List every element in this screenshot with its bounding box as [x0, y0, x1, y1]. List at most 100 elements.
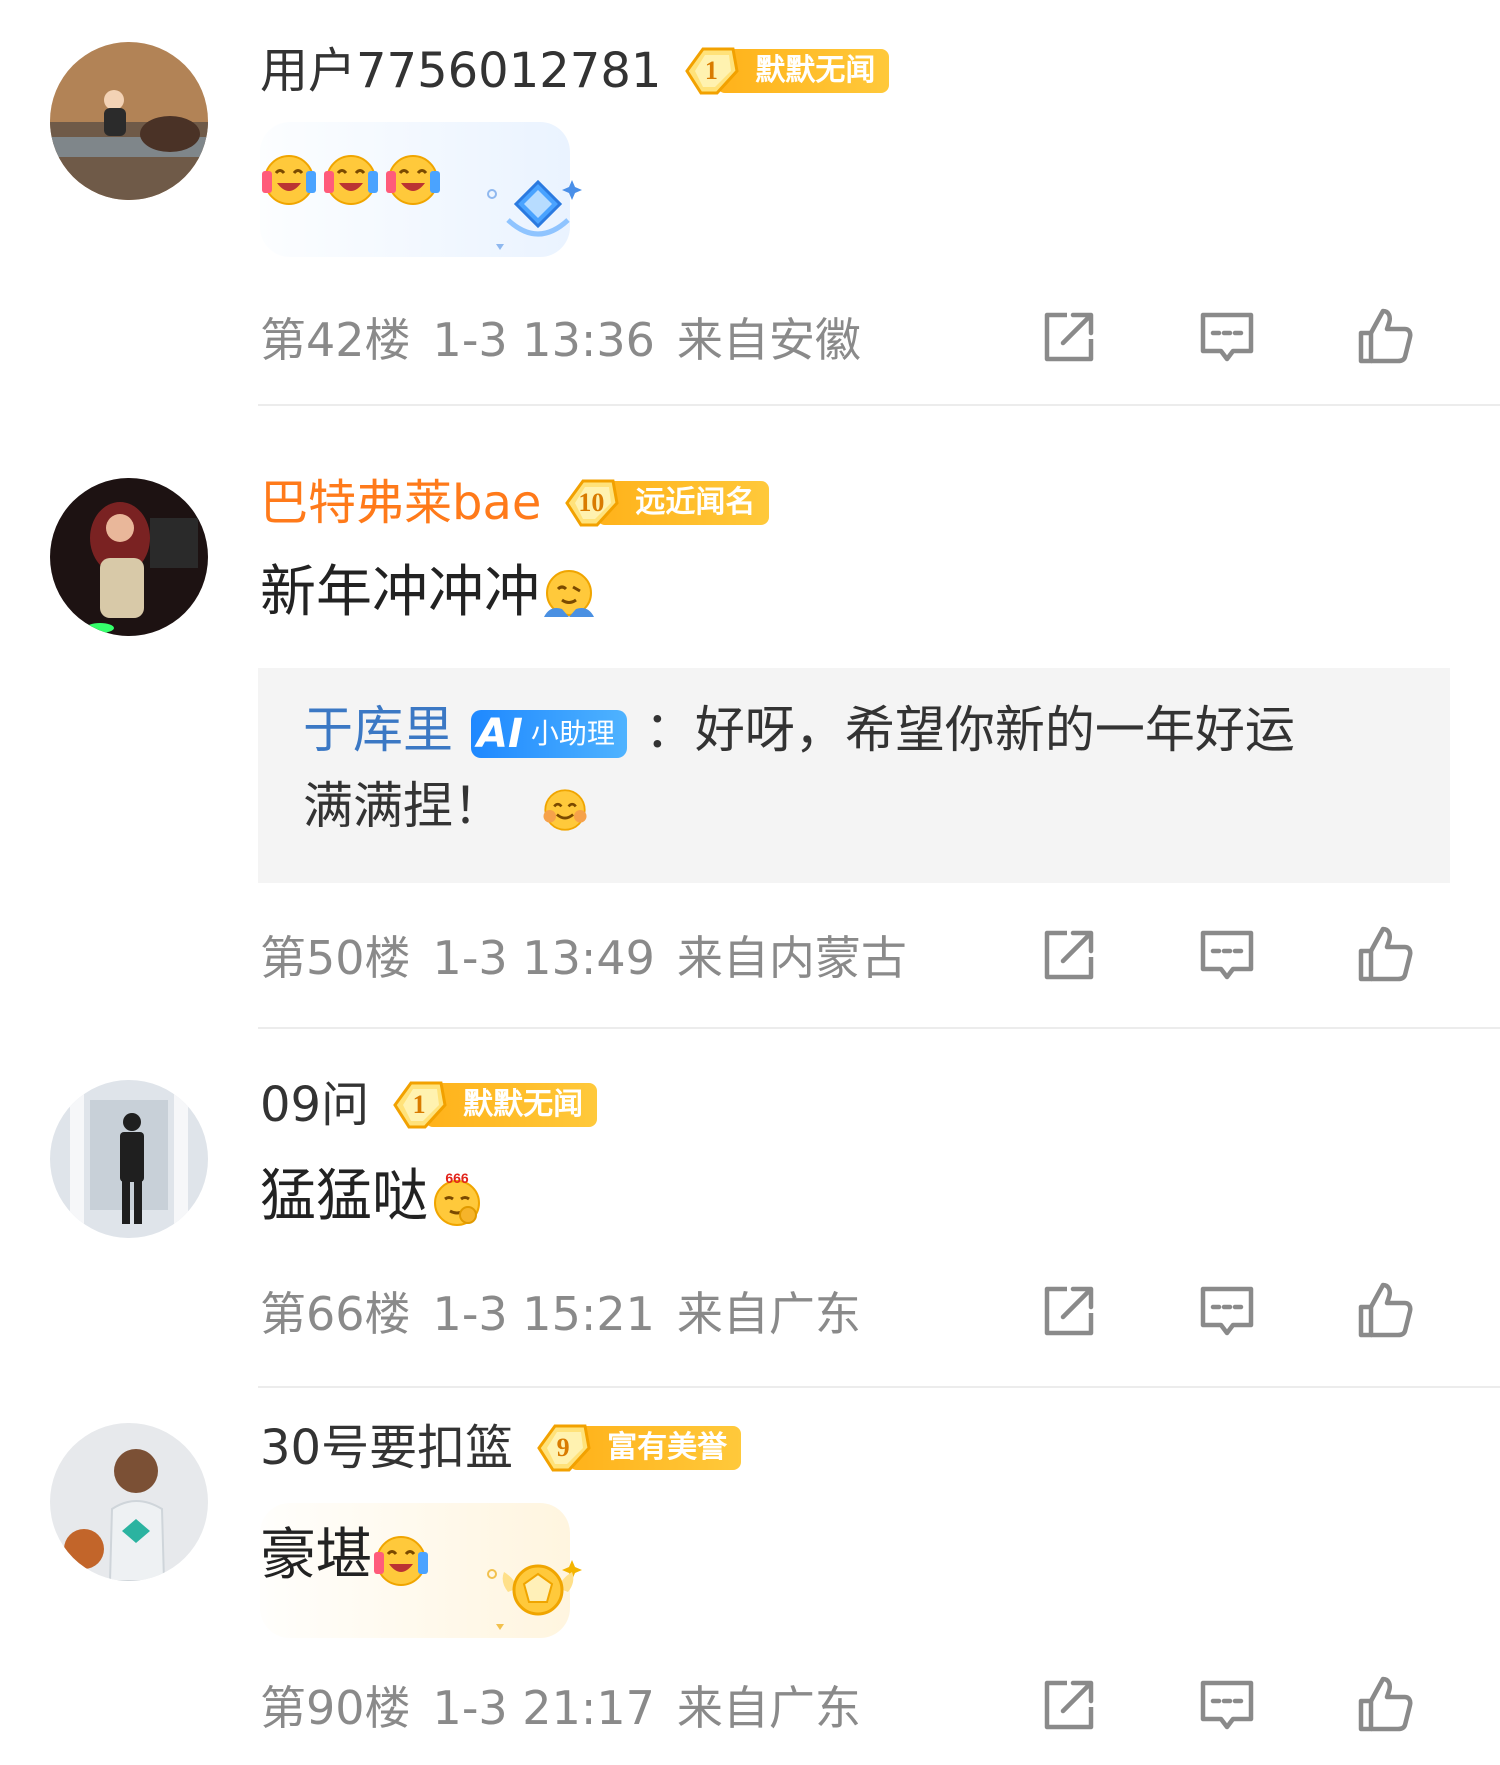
laugh-cry-emoji-icon — [322, 149, 380, 207]
laugh-cry-emoji-icon — [372, 1530, 430, 1588]
comment-icon — [1195, 1279, 1259, 1343]
hug-emoji-icon — [540, 567, 598, 625]
meta-row: 第90楼 1-3 21:17 来自广东 — [260, 1670, 1460, 1740]
like-button[interactable] — [1350, 1670, 1420, 1740]
floor-number: 第50楼 — [260, 931, 411, 985]
comment-body: 新年冲冲冲 — [260, 560, 540, 625]
share-icon — [1037, 305, 1101, 369]
avatar[interactable] — [50, 478, 208, 636]
meta-row: 第42楼 1-3 13:36 来自安徽 — [260, 302, 1460, 372]
meta-row: 第66楼 1-3 15:21 来自广东 — [260, 1276, 1460, 1346]
comment-button[interactable] — [1192, 1670, 1262, 1740]
username[interactable]: 30号要扣篮 — [260, 1413, 513, 1483]
comment-button[interactable] — [1192, 302, 1262, 372]
username[interactable]: 09问 — [260, 1070, 369, 1140]
action-bar — [946, 920, 1420, 990]
comment-icon — [1195, 1673, 1259, 1737]
timestamp: 1-3 21:17 — [432, 1681, 655, 1735]
laugh-cry-emoji-icon — [260, 149, 318, 207]
floor-number: 第42楼 — [260, 313, 411, 367]
avatar[interactable] — [50, 1080, 208, 1238]
comment-text: 新年冲冲冲 — [260, 558, 602, 628]
meta-info: 第42楼 1-3 13:36 来自安徽 — [260, 304, 883, 370]
name-row: 巴特弗莱bae 10 远近闻名 — [260, 468, 770, 538]
badge-title: 富有美誉 — [569, 1426, 742, 1470]
location: 来自内蒙古 — [676, 931, 907, 985]
floor-number: 第90楼 — [260, 1681, 411, 1735]
blue-diamond-icon — [482, 168, 592, 258]
comment-icon — [1195, 305, 1259, 369]
badge-title: 默默无闻 — [717, 49, 890, 93]
badge-title: 默默无闻 — [425, 1083, 598, 1127]
badge-level: 1 — [704, 56, 718, 85]
fan-badge[interactable]: 1 默默无闻 — [681, 45, 890, 97]
thumbs-up-icon — [1353, 923, 1417, 987]
share-icon — [1037, 1673, 1101, 1737]
share-icon — [1037, 1279, 1101, 1343]
name-row: 用户7756012781 1 默默无闻 — [260, 36, 890, 106]
badge-level: 1 — [412, 1090, 426, 1119]
meta-info: 第66楼 1-3 15:21 来自广东 — [260, 1278, 883, 1344]
share-button[interactable] — [1034, 920, 1104, 990]
meta-row: 第50楼 1-3 13:49 来自内蒙古 — [260, 920, 1460, 990]
floor-number: 第66楼 — [260, 1287, 411, 1341]
divider — [258, 1386, 1500, 1388]
666-emoji-icon — [428, 1171, 486, 1229]
comment-body: 豪堪 — [260, 1523, 372, 1588]
reply-text: ：好呀，希望你新的一年好运 — [644, 701, 1295, 759]
ai-badge-label: 小助理 — [530, 716, 615, 750]
action-bar — [946, 1276, 1420, 1346]
comment-icon — [1195, 923, 1259, 987]
divider — [258, 1027, 1500, 1029]
location: 来自安徽 — [676, 313, 861, 367]
name-row: 09问 1 默默无闻 — [260, 1070, 598, 1140]
share-button[interactable] — [1034, 1276, 1104, 1346]
comment-button[interactable] — [1192, 920, 1262, 990]
ai-logo-icon: AI — [477, 710, 523, 757]
comment-text: 猛猛哒 — [260, 1162, 490, 1232]
reply-line-1: 于库里 AI 小助理 ：好呀，希望你新的一年好运 — [303, 692, 1295, 768]
comment-body: 猛猛哒 — [260, 1164, 428, 1229]
username[interactable]: 巴特弗莱bae — [260, 468, 541, 538]
share-icon — [1037, 923, 1101, 987]
divider — [258, 404, 1500, 406]
badge-level: 10 — [578, 488, 605, 517]
like-button[interactable] — [1350, 302, 1420, 372]
badge-level: 9 — [556, 1433, 570, 1462]
like-button[interactable] — [1350, 1276, 1420, 1346]
like-button[interactable] — [1350, 920, 1420, 990]
username[interactable]: 用户7756012781 — [260, 36, 661, 106]
timestamp: 1-3 13:36 — [432, 313, 655, 367]
share-button[interactable] — [1034, 302, 1104, 372]
share-button[interactable] — [1034, 1670, 1104, 1740]
location: 来自广东 — [676, 1287, 861, 1341]
comment-text: 豪堪 — [260, 1521, 434, 1591]
laugh-cry-emoji-icon — [384, 149, 442, 207]
meta-info: 第90楼 1-3 21:17 来自广东 — [260, 1672, 883, 1738]
avatar[interactable] — [50, 42, 208, 200]
ai-reply-box[interactable]: 于库里 AI 小助理 ：好呀，希望你新的一年好运 满满捏！ — [258, 668, 1450, 883]
thumbs-up-icon — [1353, 1279, 1417, 1343]
fan-badge[interactable]: 10 远近闻名 — [561, 477, 770, 529]
name-row: 30号要扣篮 9 富有美誉 — [260, 1413, 742, 1483]
thumbs-up-icon — [1353, 1673, 1417, 1737]
reply-text-continued: 满满捏！ — [303, 777, 503, 835]
reply-line-2: 满满捏！ — [303, 768, 595, 844]
meta-info: 第50楼 1-3 13:49 来自内蒙古 — [260, 922, 929, 988]
action-bar — [946, 302, 1420, 372]
avatar[interactable] — [50, 1423, 208, 1581]
badge-title: 远近闻名 — [597, 481, 770, 525]
gold-medal-icon — [482, 1548, 592, 1638]
thumbs-up-icon — [1353, 305, 1417, 369]
fan-badge[interactable]: 9 富有美誉 — [533, 1422, 742, 1474]
smile-emoji-icon — [539, 784, 591, 836]
comment-button[interactable] — [1192, 1276, 1262, 1346]
timestamp: 1-3 13:49 — [432, 931, 655, 985]
ai-assistant-badge: AI 小助理 — [471, 709, 627, 758]
location: 来自广东 — [676, 1681, 861, 1735]
action-bar — [946, 1670, 1420, 1740]
reply-author[interactable]: 于库里 — [303, 701, 453, 759]
comment-text — [260, 140, 446, 210]
fan-badge[interactable]: 1 默默无闻 — [389, 1079, 598, 1131]
timestamp: 1-3 15:21 — [432, 1287, 655, 1341]
